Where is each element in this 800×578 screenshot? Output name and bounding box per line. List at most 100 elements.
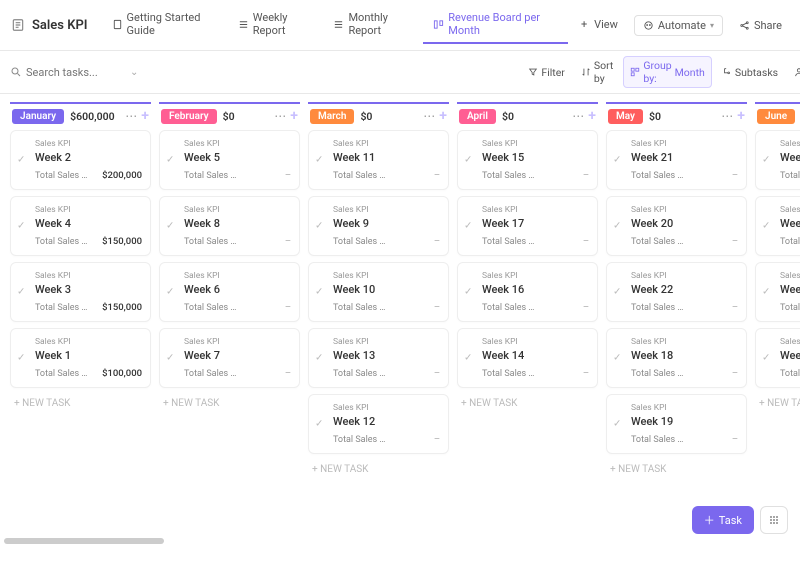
card-category: Sales KPI [35,139,142,149]
task-card[interactable]: ✓Sales KPIWeek 24Total Sales …– [755,196,800,256]
tab-weekly-report[interactable]: Weekly Report [228,6,324,44]
tab-getting-started[interactable]: Getting Started Guide [102,6,228,44]
check-icon[interactable]: ✓ [315,419,323,430]
check-icon[interactable]: ✓ [613,419,621,430]
me-button[interactable]: Me [788,64,800,81]
task-card[interactable]: ✓Sales KPIWeek 2Total Sales …$200,000 [10,130,151,190]
new-task-button[interactable]: + NEW TASK [457,394,598,413]
card-field-value: – [285,302,291,313]
check-icon[interactable]: ✓ [762,353,770,364]
filter-button[interactable]: Filter [522,64,570,81]
check-icon[interactable]: ✓ [315,155,323,166]
check-icon[interactable]: ✓ [464,155,472,166]
check-icon[interactable]: ✓ [613,353,621,364]
task-card[interactable]: ✓Sales KPIWeek 15Total Sales …– [457,130,598,190]
check-icon[interactable]: ✓ [762,155,770,166]
tab-add-view[interactable]: + View [568,6,628,44]
check-icon[interactable]: ✓ [613,287,621,298]
horizontal-scrollbar[interactable] [4,538,164,544]
column-add[interactable]: + [588,108,596,124]
task-card[interactable]: ✓Sales KPIWeek 7Total Sales …– [159,328,300,388]
groupby-label: Group by: [643,59,671,85]
check-icon[interactable]: ✓ [315,221,323,232]
column-menu[interactable]: ⋯ [423,109,435,123]
month-pill[interactable]: February [161,109,217,124]
new-task-button[interactable]: + NEW TASK [755,394,800,413]
month-pill[interactable]: May [608,109,643,124]
new-task-button[interactable]: + NEW TASK [159,394,300,413]
card-field-label: Total Sales … [35,369,87,379]
tab-monthly-report[interactable]: Monthly Report [323,6,423,44]
month-pill[interactable]: January [12,109,64,124]
task-card[interactable]: ✓Sales KPIWeek 6Total Sales …– [159,262,300,322]
groupby-button[interactable]: Group by: Month [623,56,711,88]
check-icon[interactable]: ✓ [613,155,621,166]
task-card[interactable]: ✓Sales KPIWeek 21Total Sales …– [606,130,747,190]
new-task-button[interactable]: + NEW TASK [10,394,151,413]
column-menu[interactable]: ⋯ [572,109,584,123]
task-card[interactable]: ✓Sales KPIWeek 20Total Sales …– [606,196,747,256]
check-icon[interactable]: ✓ [315,353,323,364]
new-task-button[interactable]: + NEW TASK [308,460,449,479]
check-icon[interactable]: ✓ [166,353,174,364]
task-card[interactable]: ✓Sales KPIWeek 12Total Sales …– [308,394,449,454]
task-card[interactable]: ✓Sales KPIWeek 22Total Sales …– [606,262,747,322]
task-card[interactable]: ✓Sales KPIWeek 3Total Sales …$150,000 [10,262,151,322]
check-icon[interactable]: ✓ [17,353,25,364]
subtasks-button[interactable]: Subtasks [716,64,784,81]
task-card[interactable]: ✓Sales KPIWeek 1Total Sales …$100,000 [10,328,151,388]
check-icon[interactable]: ✓ [464,221,472,232]
check-icon[interactable]: ✓ [17,287,25,298]
task-card[interactable]: ✓Sales KPIWeek 5Total Sales …– [159,130,300,190]
automate-button[interactable]: Automate ▾ [634,15,723,36]
check-icon[interactable]: ✓ [762,221,770,232]
task-card[interactable]: ✓Sales KPIWeek 23Total Sales …– [755,262,800,322]
check-icon[interactable]: ✓ [464,353,472,364]
task-card[interactable]: ✓Sales KPIWeek 25Total Sales …– [755,130,800,190]
board-column: February$0⋯+✓Sales KPIWeek 5Total Sales … [159,102,300,570]
check-icon[interactable]: ✓ [166,287,174,298]
check-icon[interactable]: ✓ [762,287,770,298]
task-card[interactable]: ✓Sales KPIWeek 17Total Sales …– [457,196,598,256]
month-pill[interactable]: March [310,109,354,124]
task-card[interactable]: ✓Sales KPIWeek 26Total Sales …– [755,328,800,388]
chevron-down-icon[interactable]: ⌄ [130,67,138,78]
task-card[interactable]: ✓Sales KPIWeek 18Total Sales …– [606,328,747,388]
task-card[interactable]: ✓Sales KPIWeek 10Total Sales …– [308,262,449,322]
task-card[interactable]: ✓Sales KPIWeek 8Total Sales …– [159,196,300,256]
column-add[interactable]: + [290,108,298,124]
check-icon[interactable]: ✓ [166,221,174,232]
task-card[interactable]: ✓Sales KPIWeek 13Total Sales …– [308,328,449,388]
month-pill[interactable]: April [459,109,496,124]
task-card[interactable]: ✓Sales KPIWeek 14Total Sales …– [457,328,598,388]
toolbar: ⌄ Filter Sort by Group by: Month Subtask… [0,51,800,94]
task-card[interactable]: ✓Sales KPIWeek 4Total Sales …$150,000 [10,196,151,256]
month-pill[interactable]: June [757,109,795,124]
new-task-button[interactable]: + NEW TASK [606,460,747,479]
sortby-button[interactable]: Sort by [575,57,619,87]
card-field-value: – [583,236,589,247]
task-card[interactable]: ✓Sales KPIWeek 19Total Sales …– [606,394,747,454]
column-menu[interactable]: ⋯ [125,109,137,123]
check-icon[interactable]: ✓ [613,221,621,232]
tab-revenue-board[interactable]: Revenue Board per Month [423,6,568,44]
new-task-fab[interactable]: ＋ Task [692,506,754,534]
column-add[interactable]: + [737,108,745,124]
check-icon[interactable]: ✓ [17,221,25,232]
task-card[interactable]: ✓Sales KPIWeek 11Total Sales …– [308,130,449,190]
column-menu[interactable]: ⋯ [274,109,286,123]
column-menu[interactable]: ⋯ [721,109,733,123]
column-add[interactable]: + [439,108,447,124]
card-category: Sales KPI [482,139,589,149]
check-icon[interactable]: ✓ [166,155,174,166]
share-button[interactable]: Share [731,16,790,35]
search-input[interactable] [26,66,126,79]
task-card[interactable]: ✓Sales KPIWeek 9Total Sales …– [308,196,449,256]
task-card[interactable]: ✓Sales KPIWeek 16Total Sales …– [457,262,598,322]
check-icon[interactable]: ✓ [464,287,472,298]
apps-fab[interactable] [760,506,788,534]
check-icon[interactable]: ✓ [17,155,25,166]
column-add[interactable]: + [141,108,149,124]
check-icon[interactable]: ✓ [315,287,323,298]
card-field-value: – [732,434,738,445]
